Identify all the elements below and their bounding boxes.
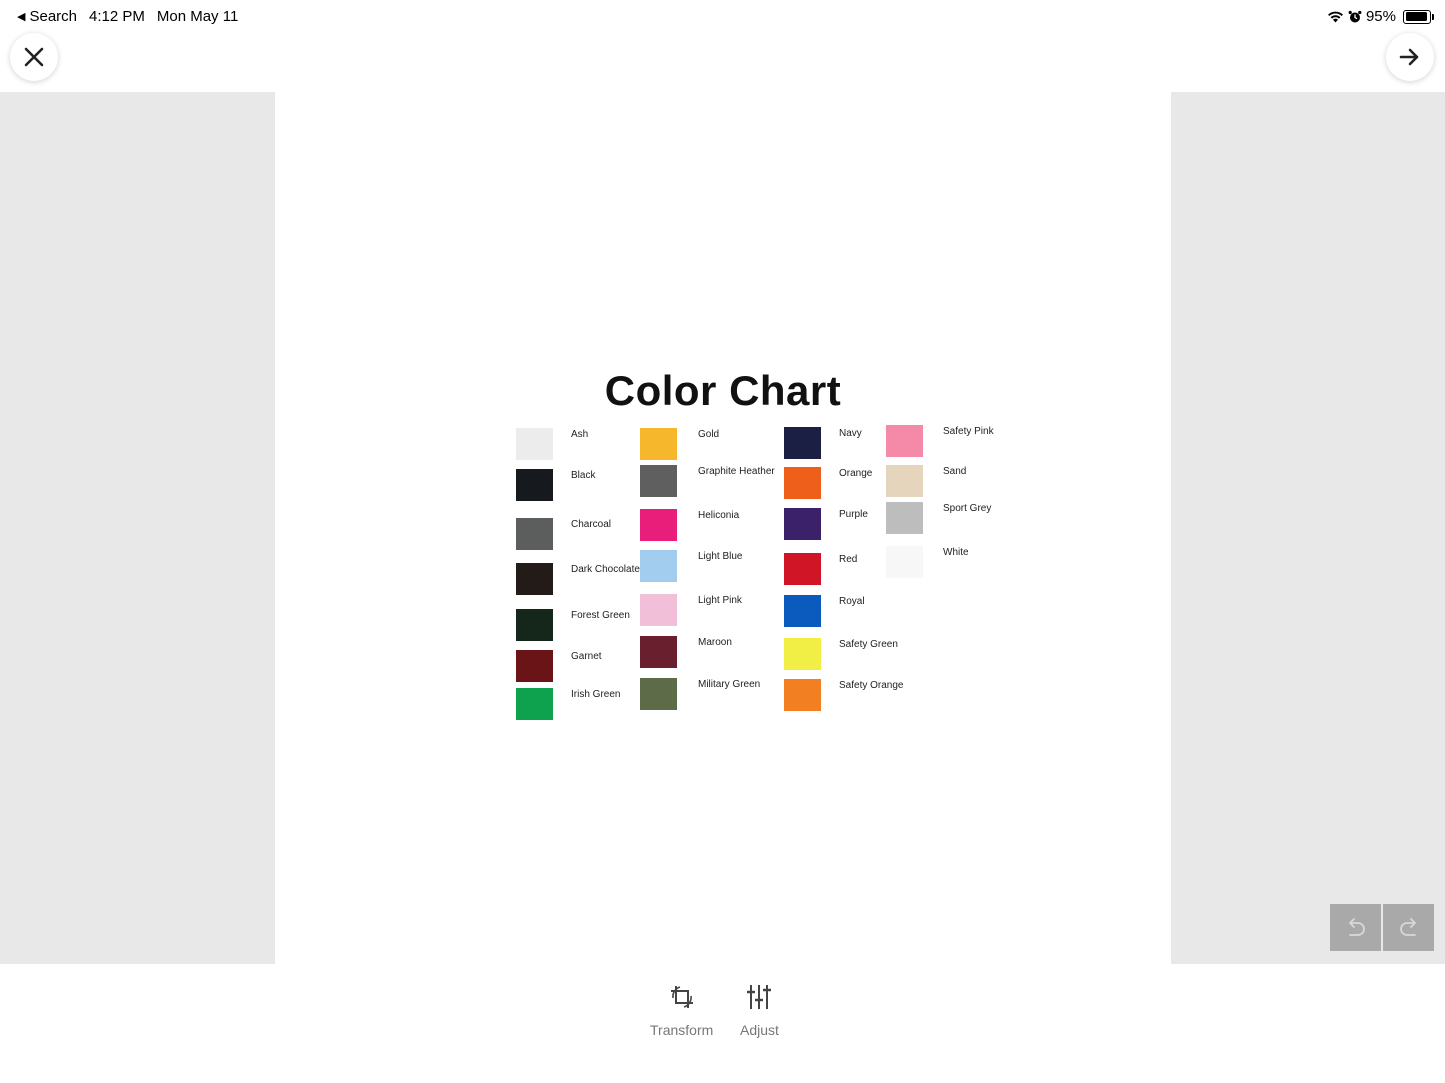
- color-swatch-label: Graphite Heather: [698, 466, 775, 477]
- close-icon: [24, 47, 44, 67]
- color-swatch-label: Heliconia: [698, 510, 740, 521]
- color-swatch-label: Orange: [839, 468, 873, 479]
- status-right: 95%: [1327, 8, 1434, 25]
- color-swatch: [640, 550, 677, 582]
- color-swatch: [516, 428, 553, 460]
- next-button[interactable]: [1386, 33, 1434, 81]
- status-date: Mon May 11: [156, 8, 239, 25]
- undo-icon: [1348, 917, 1365, 936]
- color-swatch: [784, 508, 821, 540]
- color-swatch-label: Military Green: [698, 679, 761, 690]
- color-swatch: [886, 502, 923, 534]
- transform-label: Transform: [650, 1022, 714, 1038]
- arrow-right-icon: [1399, 48, 1419, 66]
- crop-rotate-icon: [670, 986, 693, 1008]
- wifi-icon: [1327, 11, 1343, 23]
- color-swatch: [640, 509, 677, 541]
- color-swatch: [886, 465, 923, 497]
- redo-button[interactable]: [1383, 904, 1434, 951]
- status-time: 4:12 PM: [89, 8, 145, 25]
- color-swatch: [640, 594, 677, 626]
- color-swatch-label: Red: [839, 554, 858, 565]
- color-swatch-label: Maroon: [698, 637, 732, 648]
- color-swatch-label: Light Blue: [698, 551, 743, 562]
- color-swatch-label: Black: [571, 470, 596, 481]
- color-swatch: [784, 595, 821, 627]
- status-bar: ◀ Search 4:12 PM Mon May 11 95%: [0, 0, 1445, 34]
- color-swatch: [640, 465, 677, 497]
- color-swatch: [516, 688, 553, 720]
- battery-level: [1405, 12, 1428, 21]
- color-swatch: [640, 428, 677, 460]
- color-swatch-label: Safety Orange: [839, 680, 904, 691]
- transform-tool[interactable]: Transform: [650, 982, 713, 1038]
- color-swatch-label: Sand: [943, 466, 967, 477]
- color-swatch-label: Sport Grey: [943, 503, 992, 514]
- color-swatch-label: Forest Green: [571, 610, 630, 621]
- color-swatch: [516, 518, 553, 550]
- color-swatch: [640, 678, 677, 710]
- battery-percent: 95%: [1365, 8, 1396, 25]
- color-swatch: [516, 609, 553, 641]
- image-preview[interactable]: Color Chart Ash Black Charcoal Dark Chocola…: [275, 92, 1171, 964]
- status-left: ◀ Search 4:12 PM Mon May 11: [17, 8, 238, 25]
- battery-icon: [1403, 9, 1434, 24]
- color-swatch-label: Safety Pink: [943, 426, 994, 437]
- color-swatch-label: Garnet: [571, 651, 602, 662]
- color-swatch: [516, 563, 553, 595]
- color-swatch-label: Charcoal: [571, 519, 612, 530]
- image-title: Color Chart: [604, 367, 842, 414]
- color-swatch: [784, 553, 821, 585]
- close-button[interactable]: [10, 33, 58, 81]
- color-swatch: [886, 546, 923, 578]
- adjust-tool[interactable]: Adjust: [740, 982, 779, 1038]
- color-swatch-label: Gold: [698, 429, 720, 440]
- redo-icon: [1399, 917, 1416, 936]
- undo-button[interactable]: [1330, 904, 1381, 951]
- color-swatch: [784, 638, 821, 670]
- color-swatch-label: Safety Green: [839, 639, 898, 650]
- color-swatch-label: Purple: [839, 509, 868, 520]
- adjust-label: Adjust: [740, 1022, 779, 1038]
- back-caret-icon[interactable]: ◀: [17, 10, 25, 23]
- back-to-search-link[interactable]: Search: [29, 8, 77, 25]
- color-swatch: [886, 425, 923, 457]
- color-swatch-label: Royal: [839, 596, 865, 607]
- color-swatch: [784, 427, 821, 459]
- color-swatch: [784, 679, 821, 711]
- color-swatch-label: Navy: [839, 428, 862, 439]
- sliders-icon: [747, 985, 772, 1009]
- color-swatch: [640, 636, 677, 668]
- color-swatch: [784, 467, 821, 499]
- color-swatch-label: Ash: [571, 429, 589, 440]
- color-swatch-label: Light Pink: [698, 595, 742, 606]
- color-swatch: [516, 650, 553, 682]
- color-swatch: [516, 469, 553, 501]
- editor-canvas: Color Chart Ash Black Charcoal Dark Chocola…: [0, 92, 1445, 964]
- bottom-toolbar: Transform Adjust: [0, 964, 1445, 1083]
- color-swatch-label: Dark Chocolate: [571, 564, 640, 575]
- color-swatch-label: White: [943, 547, 969, 558]
- color-swatch-label: Irish Green: [571, 689, 621, 700]
- alarm-icon: [1348, 10, 1362, 22]
- undo-redo-group: [1330, 904, 1434, 951]
